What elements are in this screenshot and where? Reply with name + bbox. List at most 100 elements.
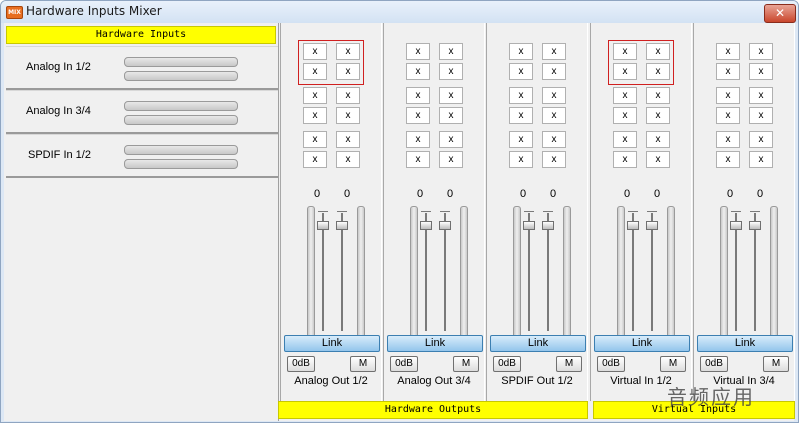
zero-db-button[interactable]: 0dB bbox=[597, 356, 625, 372]
fader-right-track[interactable] bbox=[754, 213, 756, 331]
matrix-cell-button[interactable]: x bbox=[406, 131, 430, 148]
matrix-cell-button[interactable]: x bbox=[406, 107, 430, 124]
matrix-cell-button[interactable]: x bbox=[542, 87, 566, 104]
fader-left-knob[interactable] bbox=[317, 221, 329, 230]
matrix-cell-button[interactable]: x bbox=[646, 63, 670, 80]
link-button[interactable]: Link bbox=[387, 335, 483, 352]
matrix-cell-button[interactable]: x bbox=[439, 43, 463, 60]
matrix-cell-button[interactable]: x bbox=[646, 151, 670, 168]
matrix-cell-button[interactable]: x bbox=[716, 131, 740, 148]
matrix-cell-button[interactable]: x bbox=[749, 131, 773, 148]
matrix-cell-button[interactable]: x bbox=[406, 63, 430, 80]
matrix-cell-button[interactable]: x bbox=[303, 151, 327, 168]
fader-right-track[interactable] bbox=[341, 213, 343, 331]
matrix-cell-button[interactable]: x bbox=[509, 43, 533, 60]
matrix-cell-button[interactable]: x bbox=[542, 43, 566, 60]
zero-db-button[interactable]: 0dB bbox=[287, 356, 315, 372]
mute-button[interactable]: M bbox=[453, 356, 479, 372]
fader-right-knob[interactable] bbox=[336, 221, 348, 230]
fader-right-track[interactable] bbox=[651, 213, 653, 331]
matrix-cell-button[interactable]: x bbox=[613, 107, 637, 124]
matrix-cell-button[interactable]: x bbox=[439, 151, 463, 168]
matrix-cell-button[interactable]: x bbox=[406, 151, 430, 168]
matrix-cell-button[interactable]: x bbox=[439, 63, 463, 80]
link-button[interactable]: Link bbox=[490, 335, 586, 352]
mute-button[interactable]: M bbox=[660, 356, 686, 372]
title-bar[interactable]: MIX Hardware Inputs Mixer ✕ bbox=[1, 1, 798, 23]
link-button[interactable]: Link bbox=[284, 335, 380, 352]
fader-left-knob[interactable] bbox=[523, 221, 535, 230]
mute-button[interactable]: M bbox=[556, 356, 582, 372]
strip-label: SPDIF Out 1/2 bbox=[501, 375, 573, 387]
matrix-cell-button[interactable]: x bbox=[716, 87, 740, 104]
matrix-cell-button[interactable]: x bbox=[613, 87, 637, 104]
matrix-cell-button[interactable]: x bbox=[439, 87, 463, 104]
matrix-cell-button[interactable]: x bbox=[646, 107, 670, 124]
zero-db-button[interactable]: 0dB bbox=[700, 356, 728, 372]
fader-right-knob[interactable] bbox=[646, 221, 658, 230]
matrix-cell-button[interactable]: x bbox=[303, 63, 327, 80]
fader-right-knob[interactable] bbox=[749, 221, 761, 230]
matrix-cell-button[interactable]: x bbox=[613, 151, 637, 168]
matrix-cell-button[interactable]: x bbox=[749, 43, 773, 60]
matrix-cell-button[interactable]: x bbox=[509, 151, 533, 168]
matrix-cell-button[interactable]: x bbox=[613, 43, 637, 60]
matrix-cell-button[interactable]: x bbox=[336, 131, 360, 148]
matrix-cell-button[interactable]: x bbox=[336, 63, 360, 80]
fader-left-track[interactable] bbox=[528, 213, 530, 331]
matrix-cell-button[interactable]: x bbox=[509, 107, 533, 124]
fader-left-track[interactable] bbox=[322, 213, 324, 331]
fader-left-track[interactable] bbox=[735, 213, 737, 331]
matrix-cell-button[interactable]: x bbox=[613, 63, 637, 80]
matrix-cell-button[interactable]: x bbox=[336, 87, 360, 104]
matrix-cell-button[interactable]: x bbox=[406, 87, 430, 104]
zero-db-button[interactable]: 0dB bbox=[390, 356, 418, 372]
matrix-cell-button[interactable]: x bbox=[542, 131, 566, 148]
matrix-cell-button[interactable]: x bbox=[303, 131, 327, 148]
matrix-cell-button[interactable]: x bbox=[646, 43, 670, 60]
matrix-cell-button[interactable]: x bbox=[716, 107, 740, 124]
matrix-cell-button[interactable]: x bbox=[439, 131, 463, 148]
matrix-cell-button[interactable]: x bbox=[716, 43, 740, 60]
matrix-cell-button[interactable]: x bbox=[336, 43, 360, 60]
fader-right-knob[interactable] bbox=[439, 221, 451, 230]
mute-button[interactable]: M bbox=[350, 356, 376, 372]
matrix-cell-button[interactable]: x bbox=[749, 107, 773, 124]
fader-left-track[interactable] bbox=[425, 213, 427, 331]
matrix-cell-button[interactable]: x bbox=[716, 151, 740, 168]
matrix-cell-button[interactable]: x bbox=[303, 107, 327, 124]
mute-button[interactable]: M bbox=[763, 356, 789, 372]
fader-left-knob[interactable] bbox=[730, 221, 742, 230]
matrix-cell-button[interactable]: x bbox=[749, 63, 773, 80]
level-readout-left: 0 bbox=[519, 188, 527, 200]
link-button[interactable]: Link bbox=[594, 335, 690, 352]
matrix-cell-button[interactable]: x bbox=[542, 107, 566, 124]
matrix-cell-button[interactable]: x bbox=[749, 87, 773, 104]
fader-right-track[interactable] bbox=[444, 213, 446, 331]
fader-left-knob[interactable] bbox=[420, 221, 432, 230]
link-button[interactable]: Link bbox=[697, 335, 793, 352]
matrix-cell-button[interactable]: x bbox=[303, 43, 327, 60]
fader-left-track[interactable] bbox=[632, 213, 634, 331]
matrix-cell-button[interactable]: x bbox=[336, 151, 360, 168]
matrix-cell-button[interactable]: x bbox=[542, 63, 566, 80]
fader-left-knob[interactable] bbox=[627, 221, 639, 230]
matrix-cell-button[interactable]: x bbox=[303, 87, 327, 104]
zero-db-button[interactable]: 0dB bbox=[493, 356, 521, 372]
matrix-cell-button[interactable]: x bbox=[646, 131, 670, 148]
close-button[interactable]: ✕ bbox=[764, 4, 796, 23]
matrix-cell-button[interactable]: x bbox=[613, 131, 637, 148]
matrix-cell-button[interactable]: x bbox=[646, 87, 670, 104]
matrix-cell-button[interactable]: x bbox=[716, 63, 740, 80]
fader-right-knob[interactable] bbox=[542, 221, 554, 230]
matrix-cell-button[interactable]: x bbox=[509, 87, 533, 104]
matrix-cell-button[interactable]: x bbox=[749, 151, 773, 168]
input-meter-left bbox=[124, 145, 238, 155]
matrix-cell-button[interactable]: x bbox=[336, 107, 360, 124]
matrix-cell-button[interactable]: x bbox=[439, 107, 463, 124]
matrix-cell-button[interactable]: x bbox=[509, 131, 533, 148]
fader-right-track[interactable] bbox=[547, 213, 549, 331]
matrix-cell-button[interactable]: x bbox=[542, 151, 566, 168]
matrix-cell-button[interactable]: x bbox=[509, 63, 533, 80]
matrix-cell-button[interactable]: x bbox=[406, 43, 430, 60]
